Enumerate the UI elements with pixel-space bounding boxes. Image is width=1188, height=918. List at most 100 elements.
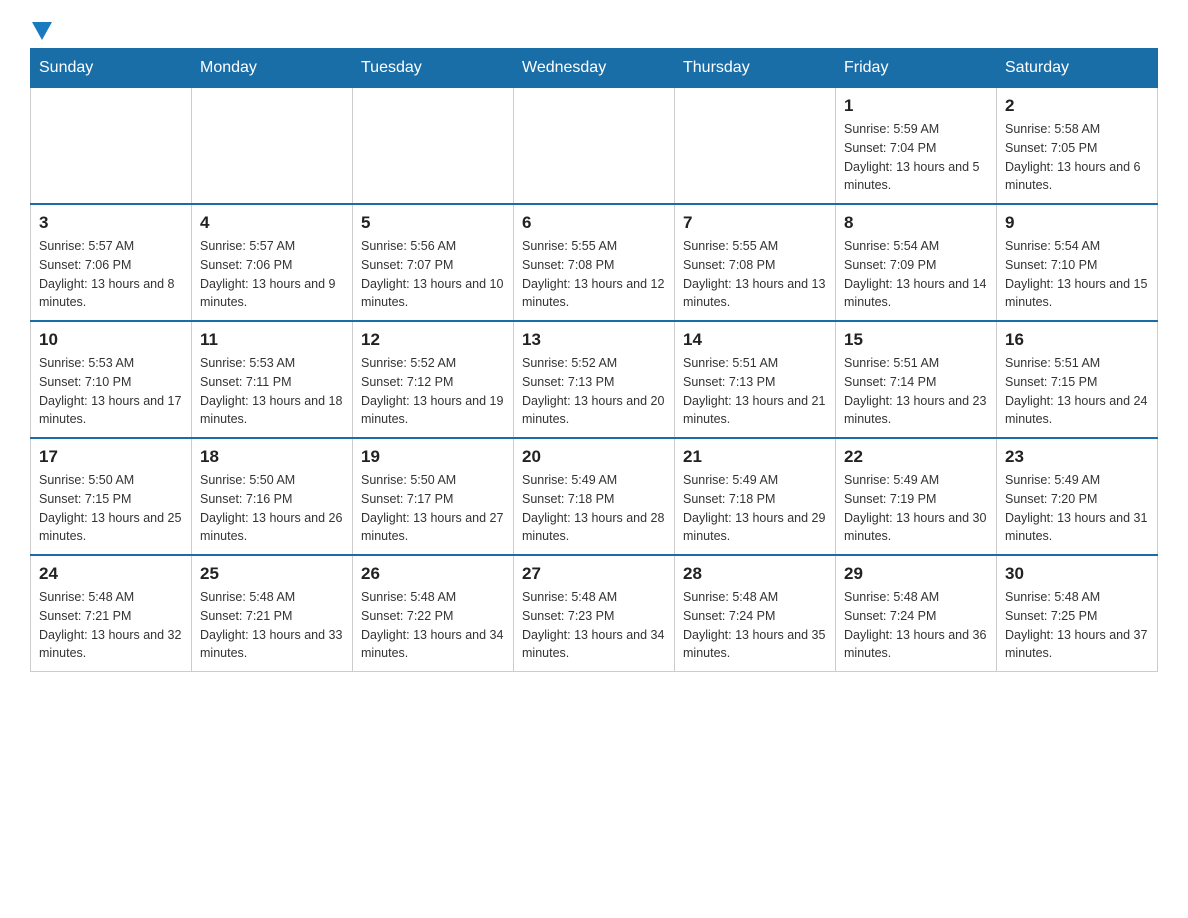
calendar-cell: 20Sunrise: 5:49 AM Sunset: 7:18 PM Dayli…	[514, 438, 675, 555]
header-cell-sunday: Sunday	[31, 49, 192, 88]
day-info: Sunrise: 5:48 AM Sunset: 7:21 PM Dayligh…	[200, 588, 344, 663]
week-row-4: 17 Sunrise: 5:50 AM Sunset: 7:15 PM Dayli…	[31, 438, 1158, 555]
calendar-cell: 4 Sunrise: 5:57 AM Sunset: 7:06 PM Daylig…	[192, 204, 353, 321]
header-cell-wednesday: Wednesday	[514, 49, 675, 88]
day-info: Sunrise: 5:49 AM Sunset: 7:18 PM Dayligh…	[522, 471, 666, 546]
day-number: 23	[1005, 447, 1149, 467]
day-number: 5	[361, 213, 505, 233]
calendar-cell	[353, 88, 514, 205]
logo-triangle-icon	[32, 22, 52, 40]
day-info: Sunrise: 5:48 AM Sunset: 7:22 PM Dayligh…	[361, 588, 505, 663]
day-info: Sunrise: 5:48 AM Sunset: 7:24 PM Dayligh…	[844, 588, 988, 663]
day-number: 7	[683, 213, 827, 233]
week-row-1: 1Sunrise: 5:59 AM Sunset: 7:04 PM Daylig…	[31, 88, 1158, 205]
day-number: 18	[200, 447, 344, 467]
calendar-cell	[675, 88, 836, 205]
day-info: Sunrise: 5:57 AM Sunset: 7:06 PM Dayligh…	[200, 237, 344, 312]
day-info: Sunrise: 5:55 AM Sunset: 7:08 PM Dayligh…	[522, 237, 666, 312]
day-number: 19	[361, 447, 505, 467]
calendar-cell: 3 Sunrise: 5:57 AM Sunset: 7:06 PM Daylig…	[31, 204, 192, 321]
day-number: 27	[522, 564, 666, 584]
day-number: 16	[1005, 330, 1149, 350]
calendar-cell: 21 Sunrise: 5:49 AM Sunset: 7:18 PM Dayli…	[675, 438, 836, 555]
day-number: 15	[844, 330, 988, 350]
calendar-cell: 30 Sunrise: 5:48 AM Sunset: 7:25 PM Dayli…	[997, 555, 1158, 672]
day-number: 22	[844, 447, 988, 467]
day-info: Sunrise: 5:51 AM Sunset: 7:14 PM Dayligh…	[844, 354, 988, 429]
day-number: 9	[1005, 213, 1149, 233]
day-info: Sunrise: 5:57 AM Sunset: 7:06 PM Dayligh…	[39, 237, 183, 312]
day-info: Sunrise: 5:59 AM Sunset: 7:04 PM Dayligh…	[844, 120, 988, 195]
day-number: 21	[683, 447, 827, 467]
calendar-cell: 2Sunrise: 5:58 AM Sunset: 7:05 PM Daylig…	[997, 88, 1158, 205]
day-number: 3	[39, 213, 183, 233]
day-info: Sunrise: 5:51 AM Sunset: 7:15 PM Dayligh…	[1005, 354, 1149, 429]
calendar-cell: 27 Sunrise: 5:48 AM Sunset: 7:23 PM Dayli…	[514, 555, 675, 672]
calendar-cell: 24Sunrise: 5:48 AM Sunset: 7:21 PM Dayli…	[31, 555, 192, 672]
day-info: Sunrise: 5:50 AM Sunset: 7:17 PM Dayligh…	[361, 471, 505, 546]
calendar-cell: 26 Sunrise: 5:48 AM Sunset: 7:22 PM Dayli…	[353, 555, 514, 672]
day-info: Sunrise: 5:49 AM Sunset: 7:18 PM Dayligh…	[683, 471, 827, 546]
calendar-cell: 1Sunrise: 5:59 AM Sunset: 7:04 PM Daylig…	[836, 88, 997, 205]
calendar-cell: 13 Sunrise: 5:52 AM Sunset: 7:13 PM Dayli…	[514, 321, 675, 438]
calendar-cell: 16 Sunrise: 5:51 AM Sunset: 7:15 PM Dayli…	[997, 321, 1158, 438]
day-info: Sunrise: 5:51 AM Sunset: 7:13 PM Dayligh…	[683, 354, 827, 429]
header-cell-friday: Friday	[836, 49, 997, 88]
day-number: 11	[200, 330, 344, 350]
day-number: 28	[683, 564, 827, 584]
day-info: Sunrise: 5:49 AM Sunset: 7:19 PM Dayligh…	[844, 471, 988, 546]
day-number: 13	[522, 330, 666, 350]
calendar-cell: 5 Sunrise: 5:56 AM Sunset: 7:07 PM Daylig…	[353, 204, 514, 321]
day-info: Sunrise: 5:49 AM Sunset: 7:20 PM Dayligh…	[1005, 471, 1149, 546]
header-cell-thursday: Thursday	[675, 49, 836, 88]
day-info: Sunrise: 5:50 AM Sunset: 7:16 PM Dayligh…	[200, 471, 344, 546]
calendar-cell: 15 Sunrise: 5:51 AM Sunset: 7:14 PM Dayli…	[836, 321, 997, 438]
day-number: 2	[1005, 96, 1149, 116]
day-info: Sunrise: 5:54 AM Sunset: 7:09 PM Dayligh…	[844, 237, 988, 312]
day-number: 30	[1005, 564, 1149, 584]
header-cell-tuesday: Tuesday	[353, 49, 514, 88]
calendar-header: SundayMondayTuesdayWednesdayThursdayFrid…	[31, 49, 1158, 88]
calendar-cell	[192, 88, 353, 205]
day-info: Sunrise: 5:56 AM Sunset: 7:07 PM Dayligh…	[361, 237, 505, 312]
day-number: 14	[683, 330, 827, 350]
header-row: SundayMondayTuesdayWednesdayThursdayFrid…	[31, 49, 1158, 88]
calendar-cell: 6 Sunrise: 5:55 AM Sunset: 7:08 PM Daylig…	[514, 204, 675, 321]
calendar-cell: 23 Sunrise: 5:49 AM Sunset: 7:20 PM Dayli…	[997, 438, 1158, 555]
day-info: Sunrise: 5:48 AM Sunset: 7:25 PM Dayligh…	[1005, 588, 1149, 663]
day-number: 8	[844, 213, 988, 233]
day-number: 17	[39, 447, 183, 467]
calendar-cell: 17 Sunrise: 5:50 AM Sunset: 7:15 PM Dayli…	[31, 438, 192, 555]
calendar-cell: 7Sunrise: 5:55 AM Sunset: 7:08 PM Daylig…	[675, 204, 836, 321]
logo	[30, 20, 54, 38]
calendar-cell: 22 Sunrise: 5:49 AM Sunset: 7:19 PM Dayli…	[836, 438, 997, 555]
day-number: 26	[361, 564, 505, 584]
calendar-cell: 12Sunrise: 5:52 AM Sunset: 7:12 PM Dayli…	[353, 321, 514, 438]
day-info: Sunrise: 5:52 AM Sunset: 7:13 PM Dayligh…	[522, 354, 666, 429]
calendar-cell: 8 Sunrise: 5:54 AM Sunset: 7:09 PM Daylig…	[836, 204, 997, 321]
calendar-cell: 18 Sunrise: 5:50 AM Sunset: 7:16 PM Dayli…	[192, 438, 353, 555]
day-info: Sunrise: 5:50 AM Sunset: 7:15 PM Dayligh…	[39, 471, 183, 546]
calendar-cell: 11 Sunrise: 5:53 AM Sunset: 7:11 PM Dayli…	[192, 321, 353, 438]
day-info: Sunrise: 5:53 AM Sunset: 7:10 PM Dayligh…	[39, 354, 183, 429]
calendar-cell: 28 Sunrise: 5:48 AM Sunset: 7:24 PM Dayli…	[675, 555, 836, 672]
calendar-cell: 9 Sunrise: 5:54 AM Sunset: 7:10 PM Daylig…	[997, 204, 1158, 321]
calendar-cell: 14 Sunrise: 5:51 AM Sunset: 7:13 PM Dayli…	[675, 321, 836, 438]
day-info: Sunrise: 5:48 AM Sunset: 7:21 PM Dayligh…	[39, 588, 183, 663]
calendar-cell: 19 Sunrise: 5:50 AM Sunset: 7:17 PM Dayli…	[353, 438, 514, 555]
day-info: Sunrise: 5:53 AM Sunset: 7:11 PM Dayligh…	[200, 354, 344, 429]
day-number: 6	[522, 213, 666, 233]
day-info: Sunrise: 5:52 AM Sunset: 7:12 PM Dayligh…	[361, 354, 505, 429]
day-number: 25	[200, 564, 344, 584]
calendar-cell: 10 Sunrise: 5:53 AM Sunset: 7:10 PM Dayli…	[31, 321, 192, 438]
day-info: Sunrise: 5:48 AM Sunset: 7:23 PM Dayligh…	[522, 588, 666, 663]
day-number: 10	[39, 330, 183, 350]
page-header	[30, 20, 1158, 38]
week-row-3: 10 Sunrise: 5:53 AM Sunset: 7:10 PM Dayli…	[31, 321, 1158, 438]
calendar-cell	[514, 88, 675, 205]
day-number: 4	[200, 213, 344, 233]
day-number: 29	[844, 564, 988, 584]
day-info: Sunrise: 5:54 AM Sunset: 7:10 PM Dayligh…	[1005, 237, 1149, 312]
calendar-body: 1Sunrise: 5:59 AM Sunset: 7:04 PM Daylig…	[31, 88, 1158, 672]
day-info: Sunrise: 5:48 AM Sunset: 7:24 PM Dayligh…	[683, 588, 827, 663]
